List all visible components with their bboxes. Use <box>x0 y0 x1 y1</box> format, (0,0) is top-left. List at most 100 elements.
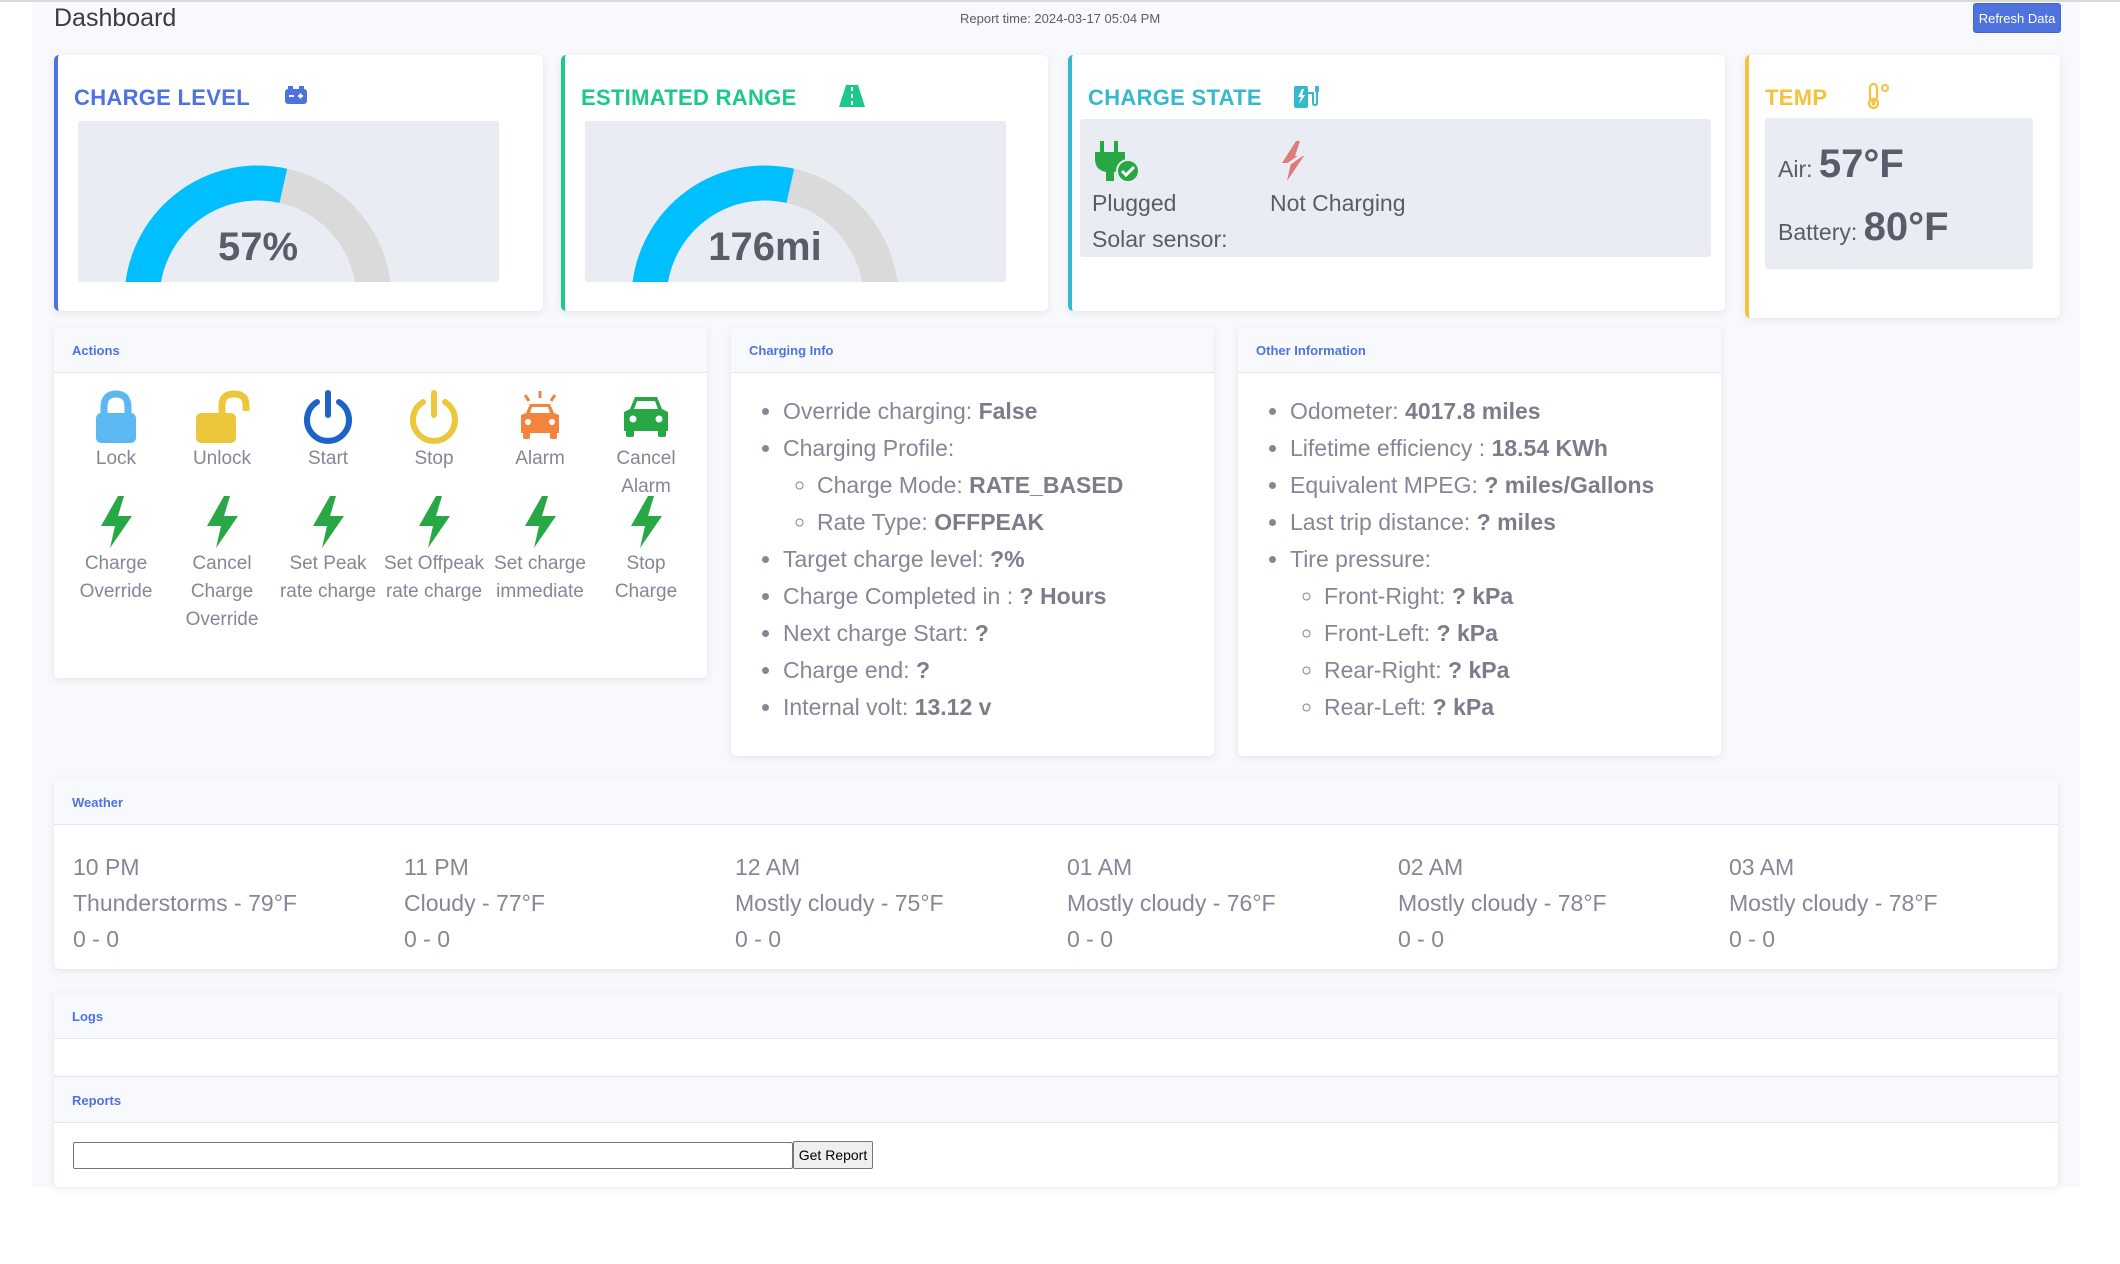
estimated-range-value: 176mi <box>708 225 822 269</box>
action-label: Stop <box>414 448 454 469</box>
bolt-icon <box>525 496 556 548</box>
list-item: Front-Right: ? kPa <box>1324 578 1654 615</box>
weather-hour: 11 PM Cloudy - 77°F 0 - 0 <box>404 854 545 952</box>
bolt-icon <box>631 496 662 548</box>
car-icon <box>624 397 668 437</box>
action-label: Start <box>307 448 349 469</box>
lock-icon <box>96 390 136 443</box>
charge-override-action[interactable]: Charge Override <box>63 494 169 606</box>
charge-state-title: CHARGE STATE <box>1088 85 1262 110</box>
other-info-list: Odometer: 4017.8 miles Lifetime efficien… <box>1270 393 1654 726</box>
temp-title: TEMP <box>1765 85 1828 110</box>
actions-panel: Actions Lock Unlock Start Stop Alarm Can… <box>54 327 707 678</box>
list-item: Front-Left: ? kPa <box>1324 615 1654 652</box>
reports-header: Reports <box>54 1077 2058 1123</box>
list-item: Rear-Right: ? kPa <box>1324 652 1654 689</box>
action-label: Set Peak rate charge <box>279 553 377 602</box>
list-item: Charging Profile: Charge Mode: RATE_BASE… <box>783 430 1123 541</box>
logs-header: Logs <box>54 993 2058 1039</box>
weather-hour: 01 AM Mostly cloudy - 76°F 0 - 0 <box>1067 854 1276 952</box>
battery-temp-value: 80°F <box>1863 205 1949 249</box>
charging-info-header: Charging Info <box>731 327 1214 373</box>
list-item: Rate Type: OFFPEAK <box>817 504 1123 541</box>
battery-icon <box>284 85 308 112</box>
refresh-data-button[interactable]: Refresh Data <box>1973 3 2061 33</box>
charge-level-value: 57% <box>217 225 299 269</box>
estimated-range-title: ESTIMATED RANGE <box>581 85 797 110</box>
charge-level-title: CHARGE LEVEL <box>74 85 250 110</box>
weather-hour: 12 AM Mostly cloudy - 75°F 0 - 0 <box>735 854 944 952</box>
bolt-icon <box>313 496 344 548</box>
battery-temp-label: Battery: <box>1778 219 1858 245</box>
reports-title: Reports <box>72 1093 122 1108</box>
action-label: Unlock <box>192 448 252 469</box>
start-action[interactable]: Start <box>275 389 381 473</box>
air-temp: Air: 57°F <box>1778 142 1904 187</box>
list-item: Charge Mode: RATE_BASED <box>817 467 1123 504</box>
list-item: Odometer: 4017.8 miles <box>1290 393 1654 430</box>
weather-hour: 02 AM Mostly cloudy - 78°F 0 - 0 <box>1398 854 1607 952</box>
lock-action[interactable]: Lock <box>63 389 169 473</box>
temp-card: TEMP Air: 57°F Battery: 80°F <box>1745 55 2060 318</box>
action-label: Lock <box>95 448 137 469</box>
bolt-slash-icon <box>1276 141 1310 186</box>
weather-panel: Weather 10 PM Thunderstorms - 79°F 0 - 0 1… <box>54 779 2058 969</box>
power-icon <box>410 390 458 444</box>
weather-hour: 03 AM Mostly cloudy - 78°F 0 - 0 <box>1729 854 1938 952</box>
stop-action[interactable]: Stop <box>381 389 487 473</box>
unlock-action[interactable]: Unlock <box>169 389 275 473</box>
list-item: Target charge level: ?% <box>783 541 1123 578</box>
list-item: Tire pressure: Front-Right: ? kPa Front-… <box>1290 541 1654 726</box>
solar-sensor-label: Solar sensor: <box>1092 226 1228 252</box>
reports-panel: Reports <box>54 1077 2058 1187</box>
logs-title: Logs <box>72 1009 104 1024</box>
list-item: Override charging: False <box>783 393 1123 430</box>
list-item: Lifetime efficiency : 18.54 KWh <box>1290 430 1654 467</box>
report-input[interactable] <box>73 1142 793 1169</box>
alarm-action[interactable]: Alarm <box>487 389 593 473</box>
action-label: Set Offpeak rate charge <box>384 553 484 602</box>
battery-temp: Battery: 80°F <box>1778 205 1949 250</box>
action-label: Set charge immediate <box>494 553 586 602</box>
charge-level-card: CHARGE LEVEL 57% <box>54 55 543 311</box>
charging-info-list: Override charging: False Charging Profil… <box>763 393 1123 726</box>
estimated-range-card: ESTIMATED RANGE 176mi <box>561 55 1048 311</box>
not-charging-label: Not Charging <box>1270 190 1406 216</box>
air-temp-value: 57°F <box>1818 142 1904 186</box>
set-peak-rate-action[interactable]: Set Peak rate charge <box>275 494 381 606</box>
bolt-icon <box>419 496 450 548</box>
weather-hour: 10 PM Thunderstorms - 79°F 0 - 0 <box>73 854 297 952</box>
list-item: Next charge Start: ? <box>783 615 1123 652</box>
list-item: Last trip distance: ? miles <box>1290 504 1654 541</box>
set-offpeak-rate-action[interactable]: Set Offpeak rate charge <box>381 494 487 606</box>
action-label: Cancel Charge Override <box>185 553 259 630</box>
temp-box: Air: 57°F Battery: 80°F <box>1765 118 2033 269</box>
list-item: Charge Completed in : ? Hours <box>783 578 1123 615</box>
action-label: Cancel Alarm <box>616 448 676 497</box>
stop-charge-action[interactable]: Stop Charge <box>593 494 699 606</box>
logs-panel: Logs <box>54 993 2058 1076</box>
cancel-charge-override-action[interactable]: Cancel Charge Override <box>169 494 275 634</box>
plug-check-icon <box>1092 139 1140 188</box>
plugged-label: Plugged <box>1092 190 1177 216</box>
other-info-header: Other Information <box>1238 327 1721 373</box>
weather-header: Weather <box>54 779 2058 825</box>
charging-station-icon <box>1292 83 1320 114</box>
action-label: Charge Override <box>79 553 153 602</box>
set-charge-immediate-action[interactable]: Set charge immediate <box>487 494 593 606</box>
weather-title: Weather <box>72 795 124 810</box>
cancel-alarm-action[interactable]: Cancel Alarm <box>593 389 699 501</box>
charge-state-box: Plugged Not Charging Solar sensor: <box>1080 119 1711 257</box>
unlock-icon <box>196 390 250 443</box>
air-temp-label: Air: <box>1778 156 1813 182</box>
other-info-title: Other Information <box>1256 343 1366 358</box>
bolt-icon <box>101 496 132 548</box>
list-item: Equivalent MPEG: ? miles/Gallons <box>1290 467 1654 504</box>
action-label: Alarm <box>515 448 565 469</box>
other-info-panel: Other Information Odometer: 4017.8 miles… <box>1238 327 1721 756</box>
estimated-range-gauge: 176mi <box>585 121 1006 282</box>
bolt-icon <box>207 496 238 548</box>
charging-info-panel: Charging Info Override charging: False C… <box>731 327 1214 756</box>
get-report-button[interactable]: Get Report <box>793 1141 873 1169</box>
report-time: Report time: 2024-03-17 05:04 PM <box>960 11 1161 26</box>
